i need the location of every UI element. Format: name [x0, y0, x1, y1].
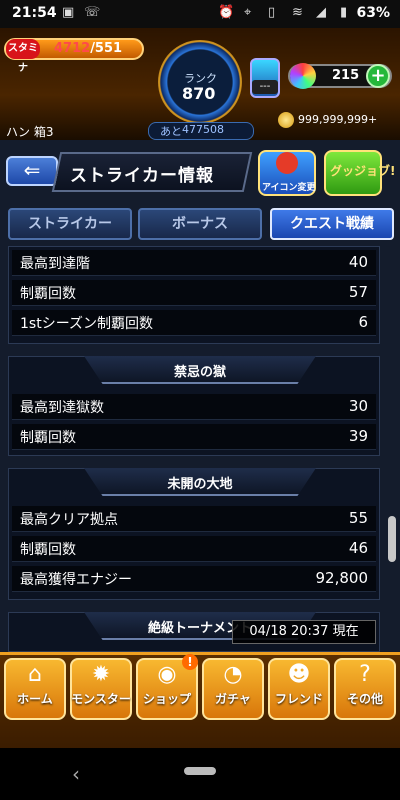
stat-label: 制覇回数: [20, 286, 76, 302]
back-button[interactable]: ⇐: [6, 156, 58, 186]
system-back-icon[interactable]: ‹: [72, 762, 80, 786]
stat-value: 30: [348, 397, 368, 415]
stat-value: 57: [348, 283, 368, 301]
gallery-icon: ▣: [62, 5, 75, 20]
home-icon: ⌂: [28, 662, 42, 687]
nav-label: ホーム: [17, 692, 53, 706]
table-row: 最高獲得エナジー 92,800: [12, 566, 376, 592]
stat-value: 39: [348, 427, 368, 445]
table-row: 制覇回数 46: [12, 536, 376, 562]
exp-label: あと: [160, 125, 182, 138]
luck-gauge-value: ---: [252, 80, 278, 94]
other-icon: ?: [359, 662, 371, 687]
battery-percent: 63%: [356, 5, 390, 21]
wifi-call-icon: ☏: [84, 5, 101, 20]
gold-count: 999,999,999+: [298, 113, 378, 126]
nav-label: ショップ: [142, 692, 191, 706]
stat-value: 55: [348, 509, 368, 527]
table-row: 1stシーズン制覇回数 6: [12, 310, 376, 336]
friend-icon: ☻: [287, 662, 311, 687]
wifi-icon: ≋: [292, 5, 303, 20]
battery-icon: ▮: [340, 5, 348, 20]
table-row: 制覇回数 39: [12, 424, 376, 450]
gacha-icon: ◔: [223, 662, 243, 687]
stamina-max: /551: [90, 41, 123, 56]
section-title-mikai: 未開の大地: [167, 477, 233, 492]
stat-label: 1stシーズン制覇回数: [20, 316, 153, 332]
back-arrow-icon: ⇐: [23, 158, 41, 182]
stat-value: 92,800: [315, 569, 369, 587]
location-icon: ⌖: [244, 5, 252, 20]
nav-label: フレンド: [274, 692, 323, 706]
orb-icon: [290, 63, 316, 89]
gold-coin-icon: [278, 112, 294, 128]
orb-count: 215: [332, 68, 360, 83]
change-icon-label: アイコン変更: [262, 183, 316, 193]
signal-icon: ◢: [316, 5, 326, 20]
table-row: 制覇回数 57: [12, 280, 376, 306]
page-title: ストライカー情報: [70, 166, 214, 186]
nav-label: モンスター: [71, 692, 131, 706]
table-row: 最高クリア拠点 55: [12, 506, 376, 532]
monster-icon: ✹: [91, 662, 111, 687]
stat-label: 最高クリア拠点: [20, 512, 118, 528]
scrollbar-thumb[interactable]: [388, 516, 396, 562]
shop-alert-badge: !: [182, 654, 198, 670]
stat-value: 40: [348, 253, 368, 271]
stat-value: 6: [358, 313, 368, 331]
tab-quest-record[interactable]: クエスト戦績: [270, 208, 394, 240]
vibrate-icon: ▯: [268, 5, 276, 20]
stamina-value: 4712/551: [54, 41, 122, 56]
good-job-label: グッジョブ!: [330, 164, 396, 178]
mascot-icon: [276, 152, 298, 174]
nav-label: その他: [346, 692, 383, 706]
alarm-icon: ⏰: [218, 5, 235, 20]
stamina-icon: スタミナ: [6, 39, 40, 74]
table-row: 最高到達獄数 30: [12, 394, 376, 420]
stat-label: 制覇回数: [20, 542, 76, 558]
stat-label: 最高到達獄数: [20, 400, 104, 416]
section-title-kinki: 禁忌の獄: [173, 365, 226, 380]
tab-striker[interactable]: ストライカー: [8, 208, 132, 240]
rank-value: 870: [182, 84, 216, 103]
stamina-current: 4712: [54, 41, 91, 56]
buy-orbs-button[interactable]: +: [366, 64, 390, 88]
stat-label: 制覇回数: [20, 430, 76, 446]
stat-label: 最高獲得エナジー: [20, 572, 132, 588]
table-row: 最高到達階 40: [12, 250, 376, 276]
stat-label: 最高到達階: [20, 256, 90, 272]
nav-label: ガチャ: [215, 692, 251, 706]
data-timestamp: 04/18 20:37 現在: [232, 620, 376, 644]
system-home-pill[interactable]: [184, 767, 216, 775]
exp-remaining-value: 477508: [182, 123, 224, 136]
tab-bonus[interactable]: ボーナス: [138, 208, 262, 240]
status-bar: 21:54 ▣ ☏ ⏰ ⌖ ▯ ≋ ◢ ▮ 63%: [0, 0, 400, 28]
stat-value: 46: [348, 539, 368, 557]
status-time: 21:54: [12, 5, 57, 21]
player-name: ハン 箱3: [6, 125, 54, 139]
